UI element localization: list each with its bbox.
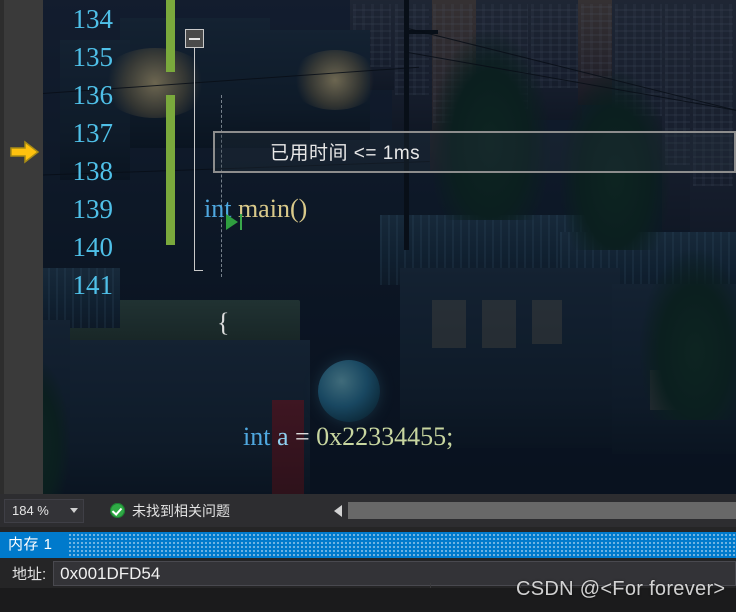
token-number: 0x22334455 [316,422,447,451]
memory-window: 内存 1 地址: 0x001DFD54 0x001DFD54 55 44 33 … [0,527,736,612]
zoom-level-value: 184 % [12,503,49,518]
change-bar [166,0,175,72]
zoom-level-dropdown[interactable]: 184 % [4,498,84,523]
line-number: 141 [72,270,114,300]
tab-memory-1[interactable]: 内存 1 [8,532,53,558]
token-paren: () [289,194,308,223]
token-variable: a [270,422,295,451]
line-number: 135 [72,42,114,72]
token-keyword: int [243,422,271,451]
change-bar [166,95,175,245]
line-number: 139 [72,194,114,224]
outlining-line [194,48,195,271]
line-number: 138 [72,156,114,186]
outlining-line-foot [194,270,203,271]
scrollbar-thumb[interactable] [348,502,736,519]
token-brace: { [204,308,230,337]
breakpoint-gutter[interactable] [4,0,43,494]
line-number: 137 [72,118,114,148]
code-text[interactable]: int main() { int a = 0x22334455; int* p … [204,0,736,494]
line-number: 140 [72,232,114,262]
code-line-136: { [204,304,736,342]
green-check-icon [110,503,125,518]
memory-hex-row[interactable]: 0x001DFD54 55 44 33 22 cc cc cc cc 17 12… [0,588,736,612]
problem-status: 未找到相关问题 [110,501,230,521]
datatip-label: 已用时间 <= 1ms [270,143,421,164]
chevron-down-icon [70,508,78,513]
problem-status-label: 未找到相关问题 [132,502,230,519]
green-play-icon[interactable] [225,212,247,237]
code-line-135: int main() [204,190,736,228]
tab-drag-handle[interactable] [68,532,736,558]
line-number: 134 [72,4,114,34]
memory-tab-bar[interactable]: 内存 1 [0,532,736,558]
code-line-137: int a = 0x22334455; [204,418,736,456]
token-operator: = [295,422,317,451]
collapse-minus-icon[interactable] [185,29,204,48]
address-label: 地址: [12,566,47,583]
triangle-left-icon[interactable] [334,504,342,517]
line-number: 136 [72,80,114,110]
code-editor[interactable]: 134 135 136 137 138 139 140 141 int main… [0,0,736,494]
line-number-column: 134 135 136 137 138 139 140 141 [43,0,121,494]
visual-studio-debug-window: 134 135 136 137 138 139 140 141 int main… [0,0,736,612]
token-semicolon: ; [446,422,454,451]
horizontal-scrollbar[interactable] [330,500,736,521]
